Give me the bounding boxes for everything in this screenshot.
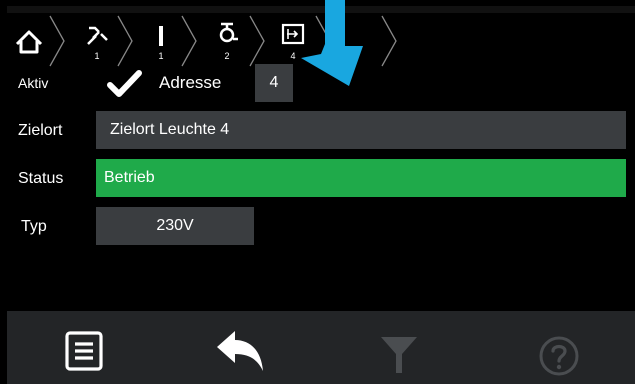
- back-button[interactable]: [213, 327, 269, 382]
- status-field: Betrieb: [96, 159, 626, 197]
- typ-field[interactable]: 230V: [96, 207, 254, 245]
- status-label: Status: [18, 170, 64, 187]
- breadcrumb-number: 2: [224, 51, 230, 61]
- annotation-arrow-icon: [301, 0, 363, 86]
- help-button[interactable]: [538, 335, 580, 382]
- breadcrumb-number: 1: [94, 51, 100, 61]
- zielort-label: Zielort: [18, 122, 63, 139]
- breadcrumb-chevron-icon: [181, 15, 197, 67]
- filter-button[interactable]: [379, 335, 419, 380]
- breadcrumb-chevron-icon: [49, 15, 65, 67]
- breadcrumb-line-cut[interactable]: 1: [77, 14, 117, 68]
- typ-label: Typ: [21, 218, 47, 235]
- breadcrumb-home[interactable]: [9, 14, 49, 68]
- home-icon: [15, 30, 43, 54]
- address-label: Adresse: [159, 73, 222, 92]
- aktiv-label: Aktiv: [18, 75, 49, 91]
- filter-icon: [381, 337, 417, 373]
- breadcrumb-lamp[interactable]: 2: [207, 14, 247, 68]
- breadcrumb-line[interactable]: 1: [141, 14, 181, 68]
- breadcrumb-chevron-icon: [249, 15, 265, 67]
- check-icon[interactable]: [107, 69, 143, 99]
- bottom-toolbar: [7, 311, 635, 384]
- menu-button[interactable]: [65, 331, 105, 376]
- menu-list-icon: [65, 331, 103, 371]
- back-icon: [217, 331, 263, 371]
- zielort-field[interactable]: Zielort Leuchte 4: [96, 111, 626, 149]
- breadcrumb-number: 1: [158, 51, 164, 61]
- breadcrumb-chevron-icon: [117, 15, 133, 67]
- help-icon: [539, 336, 579, 376]
